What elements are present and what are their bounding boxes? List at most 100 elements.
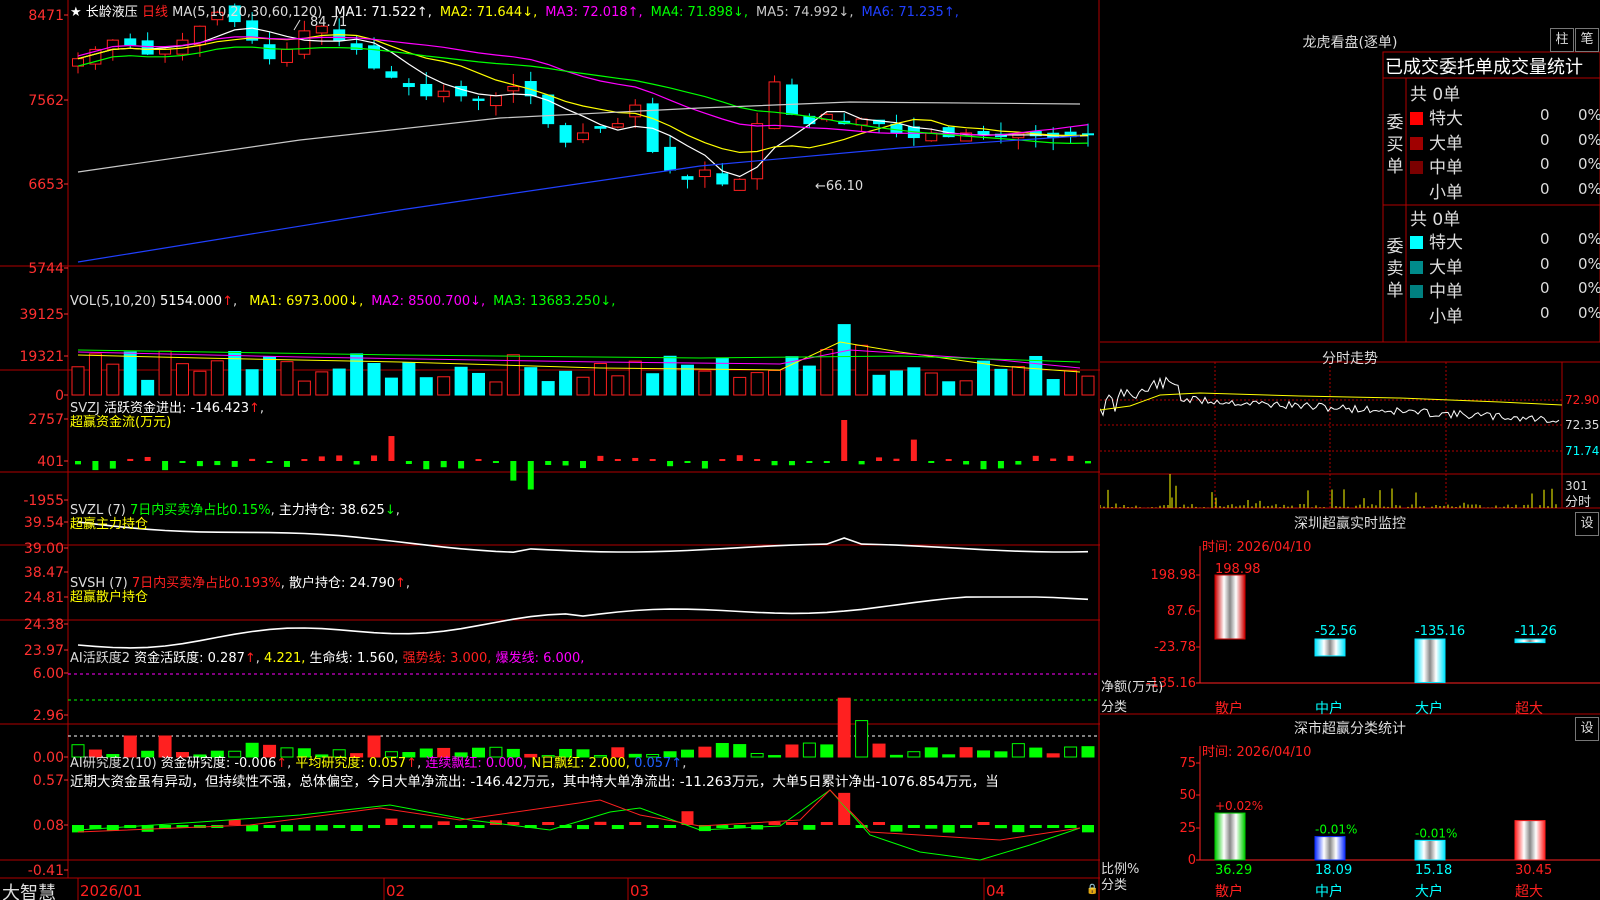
svzl-subtitle: 超赢主力持仓 [70, 517, 149, 532]
sz-class-settings-button[interactable]: 设 [1575, 717, 1599, 741]
candle-body [698, 169, 711, 178]
ai-research-bar [280, 825, 293, 832]
sz-class-value-label: 15.18 [1415, 863, 1452, 878]
volume-bar [1064, 370, 1078, 396]
period-label[interactable]: 日线 [142, 5, 168, 20]
volume-bar [419, 377, 433, 396]
volume-bar [228, 351, 242, 396]
ai-active-bar [802, 742, 816, 758]
svzj-axis-label: 401 [37, 454, 64, 470]
sz-class-value-label: 30.45 [1515, 863, 1552, 878]
ai-research-bar [472, 825, 485, 828]
sz-monitor-bar [1214, 574, 1246, 640]
sz-monitor-bar [1414, 638, 1446, 683]
series-value: MA2: 71.644↓, [439, 5, 538, 20]
svzj-bar [701, 461, 708, 469]
dragon-title: 龙虎看盘(逐单) [1302, 35, 1398, 51]
svzj-bar [353, 461, 360, 465]
ai-research-label2: 平均研究度: 0.057 [295, 756, 407, 771]
series-value: MA3: 13683.250↓, [493, 294, 616, 309]
svzj-bar [597, 455, 604, 461]
volume-bar [855, 344, 869, 396]
candle-body [437, 90, 450, 98]
sell-side-label: 委卖单 [1386, 237, 1404, 301]
svzj-bar [1067, 455, 1074, 461]
svzj-bar [841, 419, 848, 461]
sz-monitor-settings-button[interactable]: 设 [1575, 512, 1599, 536]
ai-research-bar [629, 822, 642, 825]
order-row-count: 0 [1540, 279, 1550, 297]
volume-bar [750, 372, 764, 396]
svzj-bar [614, 459, 621, 461]
vol-header: VOL(5,10,20) 5154.000↑, MA1: 6973.000↓, M… [70, 294, 616, 309]
svzj-bar [545, 461, 552, 465]
ai-research-bar [873, 822, 886, 825]
candle-body [594, 126, 607, 129]
ai-research-bar [368, 825, 381, 829]
ai-research-bar [611, 825, 624, 830]
lock-icon[interactable]: 🔒 [1086, 884, 1098, 895]
volume-bar [1081, 375, 1095, 396]
svzj-bar [283, 461, 290, 467]
ai-research-bar [960, 825, 973, 828]
volume-bar [489, 381, 503, 396]
order-row-count: 0 [1540, 106, 1550, 124]
ai-research-bar [1047, 825, 1060, 828]
order-row-label: 大单 [1410, 129, 1463, 154]
vol-title: VOL(5,10,20) [70, 294, 156, 309]
candle-body [489, 95, 502, 107]
ai-research-bar [455, 825, 468, 828]
volume-bar [193, 370, 207, 396]
order-color-swatch [1410, 136, 1423, 150]
ai-active-bar [750, 752, 764, 758]
sz-class-axis-label: 50 [1179, 788, 1196, 803]
svzj-bar [127, 458, 134, 461]
volume-bar [123, 351, 137, 396]
candle-body [263, 44, 276, 60]
volume-bar [1046, 379, 1060, 396]
svzj-bar [92, 461, 99, 471]
price-axis-label: 6653 [28, 177, 64, 193]
sz-class-x-title: 分类 [1101, 878, 1128, 893]
sz-class-title: 深市超赢分类统计 [1294, 721, 1406, 737]
sz-class-category-label: 超大 [1515, 884, 1543, 900]
volume-bar [175, 363, 189, 396]
svzj-bar [527, 461, 534, 490]
favorite-star-icon[interactable]: ★ [70, 5, 82, 20]
svzj-bar [179, 461, 186, 463]
svzl-axis-label: 38.47 [24, 565, 64, 581]
high-marker [293, 19, 301, 31]
candle-body [141, 40, 154, 55]
ai-research-bar [803, 825, 816, 830]
volume-bar [924, 372, 938, 396]
candle-body [559, 125, 572, 143]
ai-active-header: AI活跃度2 资金活跃度: 0.287↑, 4.221, 生命线: 1.560,… [70, 651, 585, 666]
volume-bar [907, 367, 921, 396]
ai-research-bar [942, 825, 955, 833]
svzj-bar [736, 455, 743, 461]
sz-class-category-label: 中户 [1315, 883, 1343, 900]
sz-class-bar [1514, 820, 1546, 861]
ai-active-bar [837, 697, 851, 758]
sz-monitor-x-title: 分类 [1101, 700, 1128, 715]
svzj-bar [928, 461, 935, 463]
order-row-count: 0 [1540, 155, 1550, 173]
sell-total: 共 0单 [1410, 210, 1461, 230]
ai-active-bar [977, 750, 991, 758]
order-row-label: 特大 [1410, 228, 1463, 253]
volume-bar [106, 363, 120, 396]
volume-bar [141, 379, 155, 396]
pen-mode-button[interactable]: 笔 [1575, 28, 1599, 52]
candle-body [420, 83, 433, 97]
price-axis-label: 5744 [28, 261, 64, 277]
bar-mode-button[interactable]: 柱 [1550, 28, 1574, 52]
svzl-label: 主力持仓: 38.625 [278, 503, 385, 518]
buy-total: 共 0单 [1410, 85, 1461, 105]
volume-bar [1011, 366, 1025, 396]
sz-class-change-label: -0.01% [1415, 826, 1457, 840]
ai-research-header: AI研究度2(10) 资金研究度: -0.006↑, 平均研究度: 0.057↑… [70, 756, 687, 771]
volume-series [71, 324, 1095, 396]
ai-research-bar [246, 825, 259, 832]
svzj-bar [997, 461, 1004, 469]
volume-bar [263, 356, 277, 396]
